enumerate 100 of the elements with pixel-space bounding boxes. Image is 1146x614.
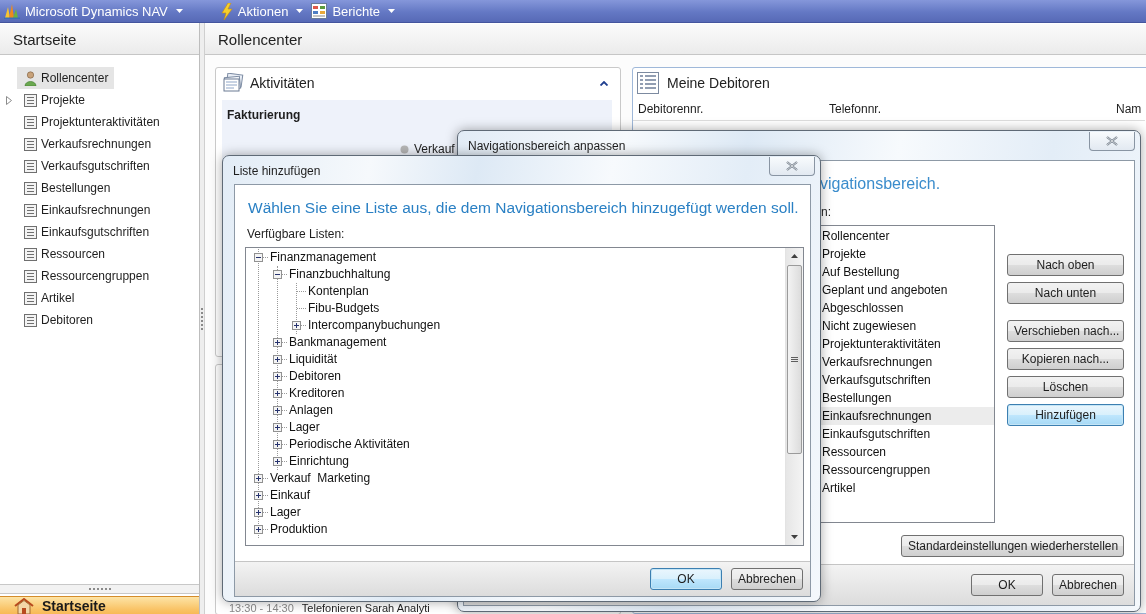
field-label: Verfügbare Listen:: [247, 227, 346, 241]
nav-item[interactable]: Debitoren: [17, 309, 100, 331]
list-item[interactable]: Auf Bestellung: [819, 263, 994, 281]
tree-item[interactable]: Kontenplan: [308, 284, 369, 299]
list-item[interactable]: Ressourcen: [819, 443, 994, 461]
plus-box-icon[interactable]: [254, 508, 263, 517]
nav-item[interactable]: Artikel: [17, 287, 81, 309]
tree-item[interactable]: Einkauf: [270, 488, 311, 503]
list-box[interactable]: [818, 225, 995, 523]
plus-box-icon[interactable]: [273, 372, 282, 381]
dialog-heading: Wählen Sie eine Liste aus, die dem Navigationsbereich hinzugefügt werden soll.: [248, 198, 800, 218]
nav-item[interactable]: Ressourcen: [17, 243, 112, 265]
tree-item[interactable]: Liquidität: [289, 352, 338, 367]
reset-button[interactable]: Standardeinstellungen wiederherstellen: [901, 535, 1124, 557]
agenda-subject[interactable]: Telefonieren Sarah Analyti: [301, 603, 430, 614]
field-label: n:: [821, 205, 832, 219]
tree-item[interactable]: Kreditoren: [289, 386, 345, 401]
scrollbar[interactable]: [785, 248, 803, 545]
nav-item[interactable]: Projektunteraktivitäten: [17, 111, 166, 133]
nav-pane-button[interactable]: Startseite: [0, 596, 199, 614]
nav-item[interactable]: Ressourcengruppen: [17, 265, 156, 287]
tree-item[interactable]: Lager: [270, 505, 301, 520]
scrollbar-thumb[interactable]: [787, 265, 802, 454]
dialog-button[interactable]: Kopieren nach...: [1007, 348, 1124, 370]
list-item[interactable]: Projekte: [819, 245, 994, 263]
nav-item[interactable]: Einkaufsrechnungen: [17, 199, 157, 221]
bar-chart-logo-icon: [4, 3, 20, 19]
list-item[interactable]: Geplant und angeboten: [819, 281, 994, 299]
minus-box-icon[interactable]: [254, 253, 263, 262]
list-icon: [24, 313, 37, 327]
app-menu-button[interactable]: Microsoft Dynamics NAV: [0, 0, 187, 22]
list-item[interactable]: Artikel: [819, 479, 994, 497]
tree-item[interactable]: Finanzmanagement: [270, 250, 377, 265]
list-item[interactable]: Einkaufsgutschriften: [819, 425, 994, 443]
menu-button[interactable]: Aktionen: [216, 0, 308, 22]
plus-box-icon[interactable]: [254, 474, 263, 483]
list-item[interactable]: Einkaufsrechnungen: [819, 407, 994, 425]
plus-box-icon[interactable]: [273, 389, 282, 398]
list-item[interactable]: Bestellungen: [819, 389, 994, 407]
nav-item[interactable]: Verkaufsgutschriften: [17, 155, 156, 177]
list-icon: [24, 203, 37, 217]
plus-box-icon[interactable]: [254, 525, 263, 534]
plus-box-icon[interactable]: [273, 423, 282, 432]
tree-item[interactable]: Anlagen: [289, 403, 334, 418]
dialog-button[interactable]: Abbrechen: [1052, 574, 1124, 596]
nav-item[interactable]: Rollencenter: [17, 67, 115, 89]
tree-view[interactable]: [245, 247, 804, 546]
plus-box-icon[interactable]: [273, 440, 282, 449]
column-header[interactable]: Debitorennr.: [638, 102, 829, 116]
tree-item[interactable]: Lager: [289, 420, 320, 435]
tree-item[interactable]: Periodische Aktivitäten: [289, 437, 410, 452]
nav-item[interactable]: Projekte: [17, 89, 92, 111]
tree-item[interactable]: Einrichtung: [289, 454, 350, 469]
list-item[interactable]: Projektunteraktivitäten: [819, 335, 994, 353]
nav-item[interactable]: Einkaufsgutschriften: [17, 221, 156, 243]
expand-triangle-icon[interactable]: [6, 95, 12, 105]
list-item[interactable]: Verkaufsrechnungen: [819, 353, 994, 371]
close-icon: [1106, 136, 1118, 146]
dialog-button[interactable]: Verschieben nach...: [1007, 320, 1124, 342]
cue-label[interactable]: Verkauf: [414, 143, 455, 156]
minus-box-icon[interactable]: [273, 270, 282, 279]
close-button[interactable]: [769, 157, 815, 176]
dialog-button[interactable]: OK: [650, 568, 722, 590]
tree-item[interactable]: Intercompanybuchungen: [308, 318, 441, 333]
chevron-up-icon[interactable]: [600, 80, 608, 86]
column-header[interactable]: Nam: [1116, 102, 1145, 116]
tree-item[interactable]: Bankmanagement: [289, 335, 387, 350]
dialog-button[interactable]: OK: [971, 574, 1043, 596]
nav-item[interactable]: Bestellungen: [17, 177, 117, 199]
tree-item[interactable]: Produktion: [270, 522, 328, 537]
plus-box-icon[interactable]: [273, 338, 282, 347]
plus-box-icon[interactable]: [292, 321, 301, 330]
table-icon: [637, 72, 659, 94]
list-item[interactable]: Rollencenter: [819, 227, 994, 245]
close-button[interactable]: [1089, 132, 1135, 151]
dialog-button[interactable]: Nach unten: [1007, 282, 1124, 304]
plus-box-icon[interactable]: [254, 491, 263, 500]
tree-item[interactable]: Verkauf Marketing: [270, 471, 371, 486]
tree-item[interactable]: Debitoren: [289, 369, 342, 384]
tree-item[interactable]: Finanzbuchhaltung: [289, 267, 391, 282]
dialog-button[interactable]: Nach oben: [1007, 254, 1124, 276]
dialog-button[interactable]: Hinzufügen: [1007, 404, 1124, 426]
section-heading: Fakturierung: [227, 108, 302, 122]
house-icon: [14, 598, 34, 614]
plus-box-icon[interactable]: [273, 457, 282, 466]
nav-item[interactable]: Verkaufsrechnungen: [17, 133, 158, 155]
plus-box-icon[interactable]: [273, 406, 282, 415]
agenda-time: 13:30 - 14:30: [229, 603, 294, 614]
list-item[interactable]: Nicht zugewiesen: [819, 317, 994, 335]
list-item[interactable]: Ressourcengruppen: [819, 461, 994, 479]
dialog-button[interactable]: Löschen: [1007, 376, 1124, 398]
column-header[interactable]: Telefonnr.: [829, 102, 1116, 116]
tree-item[interactable]: Fibu-Budgets: [308, 301, 380, 316]
dialog-button[interactable]: Abbrechen: [731, 568, 803, 590]
grip-icon: [791, 356, 798, 363]
plus-box-icon[interactable]: [273, 355, 282, 364]
list-item[interactable]: Abgeschlossen: [819, 299, 994, 317]
person-icon: [24, 70, 37, 86]
menu-button[interactable]: Berichte: [307, 0, 400, 22]
list-item[interactable]: Verkaufsgutschriften: [819, 371, 994, 389]
